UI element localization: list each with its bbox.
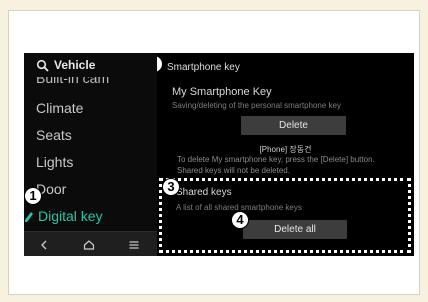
my-key-description: Saving/deleting of the personal smartpho… <box>172 101 341 110</box>
sidebar-header: Vehicle <box>24 53 157 77</box>
menu-icon[interactable] <box>127 238 141 252</box>
pencil-icon <box>25 212 33 222</box>
info-line-2: Shared keys will not be deleted. <box>177 166 290 175</box>
info-line-1: To delete My smartphone key, press the [… <box>177 155 375 164</box>
callout-4: 4 <box>231 211 249 229</box>
sidebar-item-label: Digital key <box>38 208 103 224</box>
sidebar: Built-in cam Climate Seats Lights Door D… <box>24 53 157 256</box>
highlight-box <box>159 178 411 253</box>
home-icon[interactable] <box>82 238 96 252</box>
page-title: Smartphone key <box>167 62 240 73</box>
sidebar-title: Vehicle <box>54 58 96 72</box>
callout-3: 3 <box>162 178 180 196</box>
delete-button[interactable]: Delete <box>241 116 346 135</box>
bottom-nav-bar <box>24 231 157 256</box>
sidebar-item-seats[interactable]: Seats <box>36 127 72 143</box>
sidebar-item-climate[interactable]: Climate <box>36 100 83 116</box>
search-icon[interactable] <box>36 59 50 73</box>
back-icon[interactable] <box>37 238 51 252</box>
sidebar-item-digital-key[interactable]: Digital key <box>25 208 103 224</box>
my-key-title: My Smartphone Key <box>172 86 272 98</box>
sidebar-item-lights[interactable]: Lights <box>36 154 73 170</box>
phone-label: [Phone] 장동건 <box>259 145 312 154</box>
callout-1: 1 <box>24 187 42 205</box>
